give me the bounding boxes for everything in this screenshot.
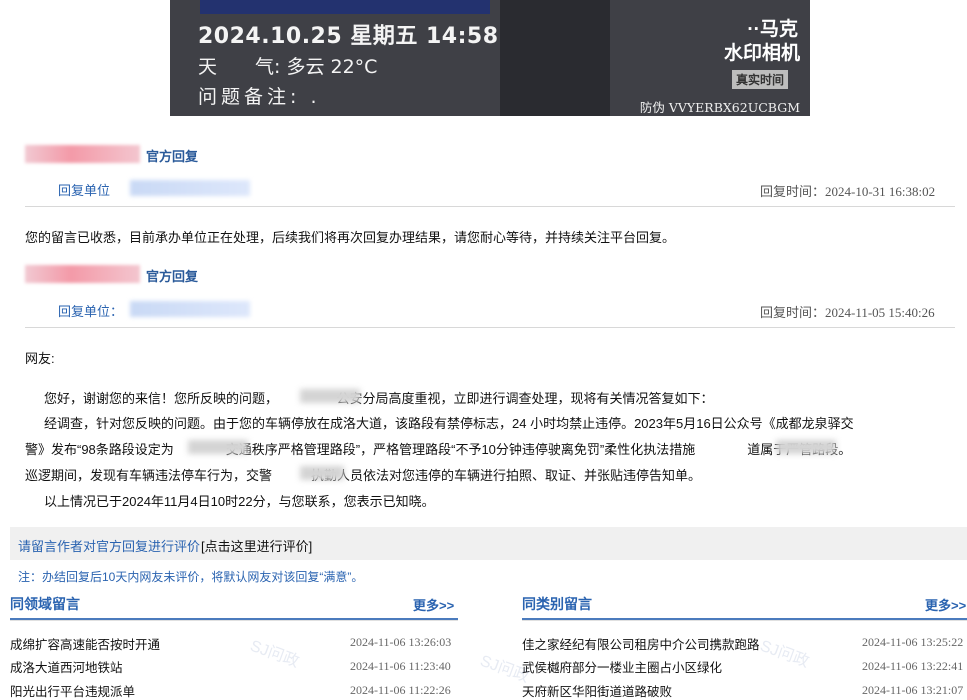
photo-anti-fake: 防伪 VVYERBX62UCBGM xyxy=(639,100,800,115)
evaluation-prompt[interactable]: 请留言作者对官方回复进行评价 xyxy=(18,536,200,555)
redacted-text xyxy=(300,389,360,403)
reply-body: 您的留言已收悉，目前承办单位正在处理，后续我们将再次回复办理结果，请您耐心等待，… xyxy=(25,230,676,245)
same-category-title: 同类别留言 xyxy=(522,596,592,612)
redacted-text xyxy=(776,440,836,454)
photo-weather: 天 气: 多云 22°C xyxy=(198,56,378,78)
photo-note: 问题备注: . xyxy=(198,86,321,108)
redacted-replier-avatar xyxy=(25,265,140,283)
reply-paragraph: 警》发布“98条路段设定为 交通秩序严格管理路段”，严格管理路段“不予10分钟违… xyxy=(25,442,852,457)
divider xyxy=(25,327,955,328)
same-category-item[interactable]: 武侯樾府部分一楼业主圈占小区绿化 xyxy=(522,657,722,676)
same-field-more-link[interactable]: 更多>> xyxy=(413,595,454,614)
photo-shadow xyxy=(500,0,610,116)
reply-paragraph: 经调查，针对您反映的问题。由于您的车辆停放在成洛大道，该路段有禁停标志，24 小… xyxy=(44,416,854,431)
reply-paragraph: 以上情况已于2024年11月4日10时22分，与您联系，您表示已知晓。 xyxy=(44,494,435,509)
redacted-text xyxy=(188,440,248,454)
reply-photo[interactable]: 2024.10.25 星期五 14:58 天 气: 多云 22°C 问题备注: … xyxy=(170,0,810,116)
photo-banner xyxy=(200,0,490,14)
same-field-title: 同领域留言 xyxy=(10,596,80,612)
redacted-reply-unit xyxy=(130,180,250,196)
photo-logo-line2: 水印相机 xyxy=(723,43,800,64)
same-category-item-time: 2024-11-06 13:21:07 xyxy=(862,683,964,697)
same-category-item-time: 2024-11-06 13:22:41 xyxy=(862,659,964,673)
watermark: SJ问政 xyxy=(757,637,812,672)
reply-paragraph: 您好，谢谢您的来信！您所反映的问题， 公安分局高度重视，立即进行调查处理，现将有… xyxy=(44,391,714,406)
watermark: SJ问政 xyxy=(477,652,532,687)
divider xyxy=(25,206,955,207)
same-field-item-time: 2024-11-06 11:22:26 xyxy=(350,683,451,697)
photo-realtime-badge: 真实时间 xyxy=(731,70,788,89)
photo-datetime: 2024.10.25 星期五 14:58 xyxy=(198,24,499,49)
same-field-item-time: 2024-11-06 13:26:03 xyxy=(350,635,452,649)
reply-time: 回复时间：2024-10-31 16:38:02 xyxy=(760,184,936,199)
watermark: SJ问政 xyxy=(247,637,302,672)
redacted-text xyxy=(300,466,344,480)
same-category-item[interactable]: 天府新区华阳街道道路破败 xyxy=(522,681,672,700)
same-field-item-time: 2024-11-06 11:23:40 xyxy=(350,659,451,673)
same-field-item[interactable]: 阳光出行平台违规派单 xyxy=(10,681,135,700)
evaluation-note: 注：办结回复后10天内网友未评价，将默认网友对该回复“满意”。 xyxy=(18,570,364,584)
reply-unit-label: 回复单位： xyxy=(58,304,124,319)
reply-paragraph: 巡逻期间，发现有车辆违法停车行为，交警 执勤人员依法对您违停的车辆进行拍照、取证… xyxy=(25,468,702,483)
reply-time: 回复时间：2024-11-05 15:40:26 xyxy=(760,305,935,320)
same-category-item-time: 2024-11-06 13:25:22 xyxy=(862,635,964,649)
reply-greeting: 网友: xyxy=(25,351,55,366)
official-reply-label: 官方回复 xyxy=(146,149,199,164)
same-field-item[interactable]: 成绵扩容高速能否按时开通 xyxy=(10,634,160,653)
photo-logo-line1: ··马克 xyxy=(747,19,798,40)
official-reply-label: 官方回复 xyxy=(146,269,199,284)
redacted-reply-unit xyxy=(130,301,250,317)
evaluation-bar: 请留言作者对官方回复进行评价 [点击这里进行评价] xyxy=(10,527,967,560)
same-category-more-link[interactable]: 更多>> xyxy=(925,595,966,614)
reply-unit-label: 回复单位 xyxy=(58,183,111,198)
divider xyxy=(10,620,458,621)
same-category-item[interactable]: 佳之家经纪有限公司租房中介公司携款跑路 xyxy=(522,634,760,653)
same-field-item[interactable]: 成洛大道西河地铁站 xyxy=(10,657,123,676)
divider xyxy=(522,620,967,621)
evaluation-link[interactable]: [点击这里进行评价] xyxy=(201,536,312,555)
redacted-replier-avatar xyxy=(25,145,140,163)
